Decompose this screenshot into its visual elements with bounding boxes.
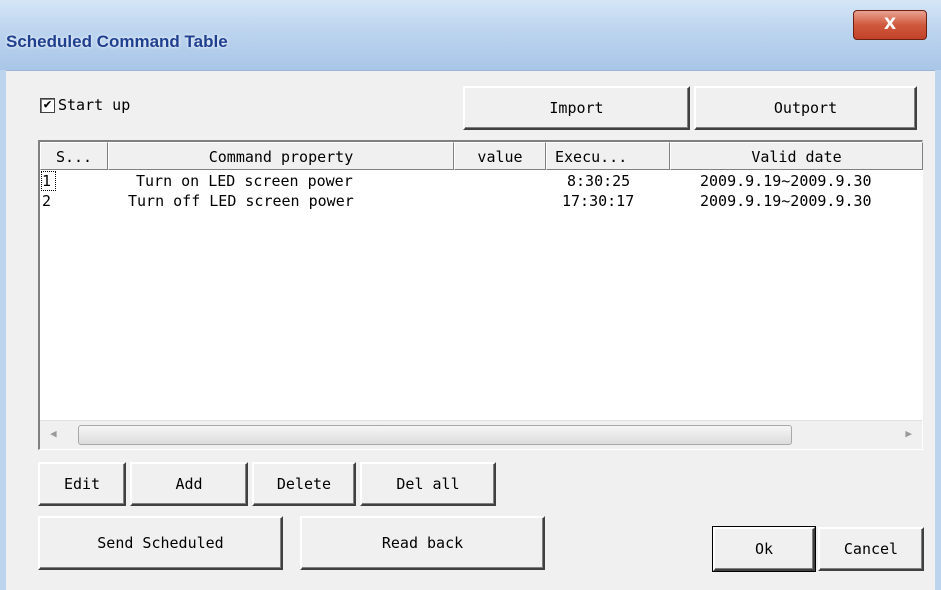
edit-button[interactable]: Edit (38, 462, 126, 506)
send-scheduled-button[interactable]: Send Scheduled (38, 516, 283, 570)
import-button[interactable]: Import (463, 86, 690, 130)
column-header-execute[interactable]: Execu... (546, 142, 670, 170)
scrollbar-thumb[interactable] (78, 425, 792, 445)
table-row[interactable]: 1 Turn on LED screen power 8:30:25 2009.… (40, 171, 922, 192)
window-frame-left (0, 70, 6, 590)
startup-checkbox[interactable]: ✔ (40, 98, 55, 113)
row-seq: 2 (42, 192, 52, 210)
del-all-button[interactable]: Del all (360, 462, 496, 506)
close-button[interactable]: X (853, 10, 927, 40)
table-row[interactable]: 2 Turn off LED screen power 17:30:17 200… (40, 192, 922, 212)
row-command: Turn off LED screen power (128, 192, 354, 210)
column-header-command[interactable]: Command property (108, 142, 454, 170)
scheduled-command-list[interactable]: S... Command property value Execu... Val… (38, 140, 923, 450)
window-frame-right (935, 70, 941, 590)
delete-button[interactable]: Delete (252, 462, 356, 506)
ok-button[interactable]: Ok (712, 526, 816, 572)
scroll-left-arrow-icon[interactable]: ◀ (50, 427, 57, 440)
list-header: S... Command property value Execu... Val… (40, 142, 923, 170)
add-button[interactable]: Add (130, 462, 248, 506)
outport-button[interactable]: Outport (694, 86, 917, 130)
column-header-value[interactable]: value (454, 142, 546, 170)
window-title: Scheduled Command Table (6, 32, 228, 51)
row-exec-time: 8:30:25 (567, 172, 631, 190)
startup-label[interactable]: Start up (58, 96, 130, 114)
row-seq: 1 (40, 171, 57, 191)
column-header-seq[interactable]: S... (40, 142, 108, 170)
cancel-button[interactable]: Cancel (818, 527, 924, 571)
read-back-button[interactable]: Read back (300, 516, 545, 570)
horizontal-scrollbar[interactable]: ◀ ▶ (40, 420, 922, 449)
row-valid-date: 2009.9.19~2009.9.30 (700, 192, 872, 210)
scroll-right-arrow-icon[interactable]: ▶ (905, 427, 912, 440)
row-exec-time: 17:30:17 (562, 192, 635, 210)
row-command: Turn on LED screen power (136, 172, 353, 190)
column-header-valid-date[interactable]: Valid date (670, 142, 923, 170)
row-valid-date: 2009.9.19~2009.9.30 (700, 172, 872, 190)
title-bar: Scheduled Command Table X (0, 0, 941, 71)
